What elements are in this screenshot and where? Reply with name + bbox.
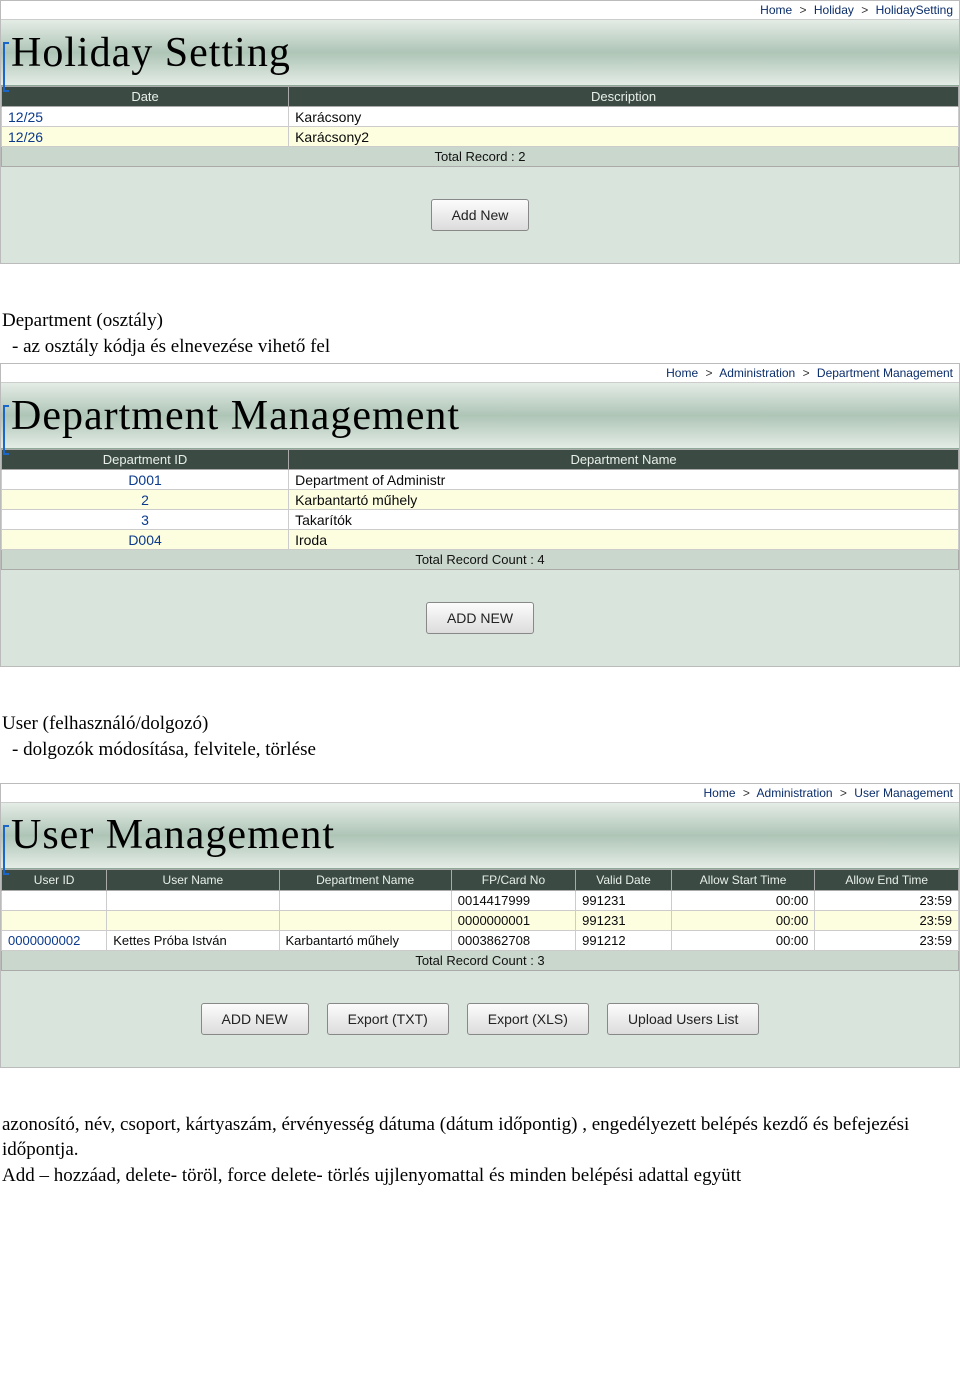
cell-card: 0014417999 xyxy=(451,890,575,910)
table-row[interactable]: 0014417999 991231 00:00 23:59 xyxy=(2,890,959,910)
cell-uname xyxy=(107,890,279,910)
department-table: Department ID Department Name D001 Depar… xyxy=(1,449,959,550)
breadcrumb-home[interactable]: Home xyxy=(666,366,698,380)
holiday-table: Date Description 12/25 Karácsony 12/26 K… xyxy=(1,86,959,147)
breadcrumb-current: Department Management xyxy=(817,366,953,380)
cell-card: 0003862708 xyxy=(451,930,575,950)
col-allow-start: Allow Start Time xyxy=(671,869,815,890)
col-date: Date xyxy=(2,87,289,107)
page-title: User Management xyxy=(1,803,959,869)
user-management-screenshot: Home > Administration > User Management … xyxy=(0,783,960,1068)
intro-heading: User (felhasználó/dolgozó) xyxy=(2,711,958,737)
department-management-screenshot: Home > Administration > Department Manag… xyxy=(0,363,960,667)
col-description: Description xyxy=(289,87,959,107)
breadcrumb-home[interactable]: Home xyxy=(704,786,736,800)
cell-start: 00:00 xyxy=(671,890,815,910)
breadcrumb-current: HolidaySetting xyxy=(876,3,953,17)
table-row[interactable]: 12/26 Karácsony2 xyxy=(2,127,959,147)
cell-end: 23:59 xyxy=(815,930,959,950)
cell-card: 0000000001 xyxy=(451,910,575,930)
export-txt-button[interactable]: Export (TXT) xyxy=(327,1003,449,1035)
cell-dept-name: Takarítók xyxy=(289,510,959,530)
intro-heading: Department (osztály) xyxy=(2,308,958,334)
user-intro: User (felhasználó/dolgozó) - dolgozók mó… xyxy=(0,707,960,766)
cell-uid[interactable] xyxy=(2,910,107,930)
col-valid-date: Valid Date xyxy=(576,869,672,890)
breadcrumb: Home > Administration > Department Manag… xyxy=(1,364,959,383)
cell-uname: Kettes Próba István xyxy=(107,930,279,950)
col-dept-name: Department Name xyxy=(289,450,959,470)
cell-uid[interactable] xyxy=(2,890,107,910)
cell-dept-name: Iroda xyxy=(289,530,959,550)
cell-dname xyxy=(279,890,451,910)
upload-users-button[interactable]: Upload Users List xyxy=(607,1003,760,1035)
page-title: Holiday Setting xyxy=(1,20,959,86)
cell-valid: 991212 xyxy=(576,930,672,950)
table-row[interactable]: 3 Takarítók xyxy=(2,510,959,530)
cell-valid: 991231 xyxy=(576,910,672,930)
cell-valid: 991231 xyxy=(576,890,672,910)
cell-dept-name: Karbantartó műhely xyxy=(289,490,959,510)
intro-bullet: - dolgozók módosítása, felvitele, törlés… xyxy=(2,737,958,763)
add-new-button[interactable]: Add New xyxy=(431,199,530,231)
cell-dept-id[interactable]: D001 xyxy=(2,470,289,490)
breadcrumb-admin[interactable]: Administration xyxy=(719,366,795,380)
cell-start: 00:00 xyxy=(671,910,815,930)
breadcrumb-current: User Management xyxy=(854,786,953,800)
table-row[interactable]: 0000000001 991231 00:00 23:59 xyxy=(2,910,959,930)
total-record: Total Record : 2 xyxy=(1,147,959,167)
cell-start: 00:00 xyxy=(671,930,815,950)
footer-text: azonosító, név, csoport, kártyaszám, érv… xyxy=(0,1108,960,1193)
total-record: Total Record Count : 4 xyxy=(1,550,959,570)
export-xls-button[interactable]: Export (XLS) xyxy=(467,1003,589,1035)
cell-uname xyxy=(107,910,279,930)
cell-uid[interactable]: 0000000002 xyxy=(2,930,107,950)
holiday-setting-screenshot: Home > Holiday > HolidaySetting Holiday … xyxy=(0,0,960,264)
col-dept-id: Department ID xyxy=(2,450,289,470)
footer-p1: azonosító, név, csoport, kártyaszám, érv… xyxy=(2,1112,958,1163)
cell-dept-name: Department of Administr xyxy=(289,470,959,490)
total-record: Total Record Count : 3 xyxy=(1,951,959,971)
col-dept-name: Department Name xyxy=(279,869,451,890)
intro-bullet: - az osztály kódja és elnevezése vihető … xyxy=(2,334,958,360)
cell-dname: Karbantartó műhely xyxy=(279,930,451,950)
department-intro: Department (osztály) - az osztály kódja … xyxy=(0,304,960,363)
breadcrumb: Home > Holiday > HolidaySetting xyxy=(1,1,959,20)
cell-end: 23:59 xyxy=(815,910,959,930)
cell-dept-id[interactable]: D004 xyxy=(2,530,289,550)
footer-p2: Add – hozzáad, delete- töröl, force dele… xyxy=(2,1163,958,1189)
decorator-bracket-icon xyxy=(3,825,9,875)
col-user-id: User ID xyxy=(2,869,107,890)
breadcrumb-admin[interactable]: Administration xyxy=(757,786,833,800)
table-row[interactable]: 2 Karbantartó műhely xyxy=(2,490,959,510)
add-new-button[interactable]: ADD NEW xyxy=(201,1003,309,1035)
breadcrumb-home[interactable]: Home xyxy=(760,3,792,17)
cell-desc: Karácsony2 xyxy=(289,127,959,147)
cell-end: 23:59 xyxy=(815,890,959,910)
cell-date[interactable]: 12/26 xyxy=(2,127,289,147)
cell-dept-id[interactable]: 3 xyxy=(2,510,289,530)
col-allow-end: Allow End Time xyxy=(815,869,959,890)
cell-date[interactable]: 12/25 xyxy=(2,107,289,127)
col-card-no: FP/Card No xyxy=(451,869,575,890)
cell-dept-id[interactable]: 2 xyxy=(2,490,289,510)
cell-desc: Karácsony xyxy=(289,107,959,127)
decorator-bracket-icon xyxy=(3,42,9,92)
table-row[interactable]: D004 Iroda xyxy=(2,530,959,550)
table-row[interactable]: 12/25 Karácsony xyxy=(2,107,959,127)
table-row[interactable]: 0000000002 Kettes Próba István Karbantar… xyxy=(2,930,959,950)
cell-dname xyxy=(279,910,451,930)
col-user-name: User Name xyxy=(107,869,279,890)
breadcrumb-holiday[interactable]: Holiday xyxy=(814,3,854,17)
decorator-bracket-icon xyxy=(3,405,9,455)
breadcrumb: Home > Administration > User Management xyxy=(1,784,959,803)
table-row[interactable]: D001 Department of Administr xyxy=(2,470,959,490)
add-new-button[interactable]: ADD NEW xyxy=(426,602,534,634)
page-title: Department Management xyxy=(1,383,959,449)
user-table: User ID User Name Department Name FP/Car… xyxy=(1,869,959,951)
